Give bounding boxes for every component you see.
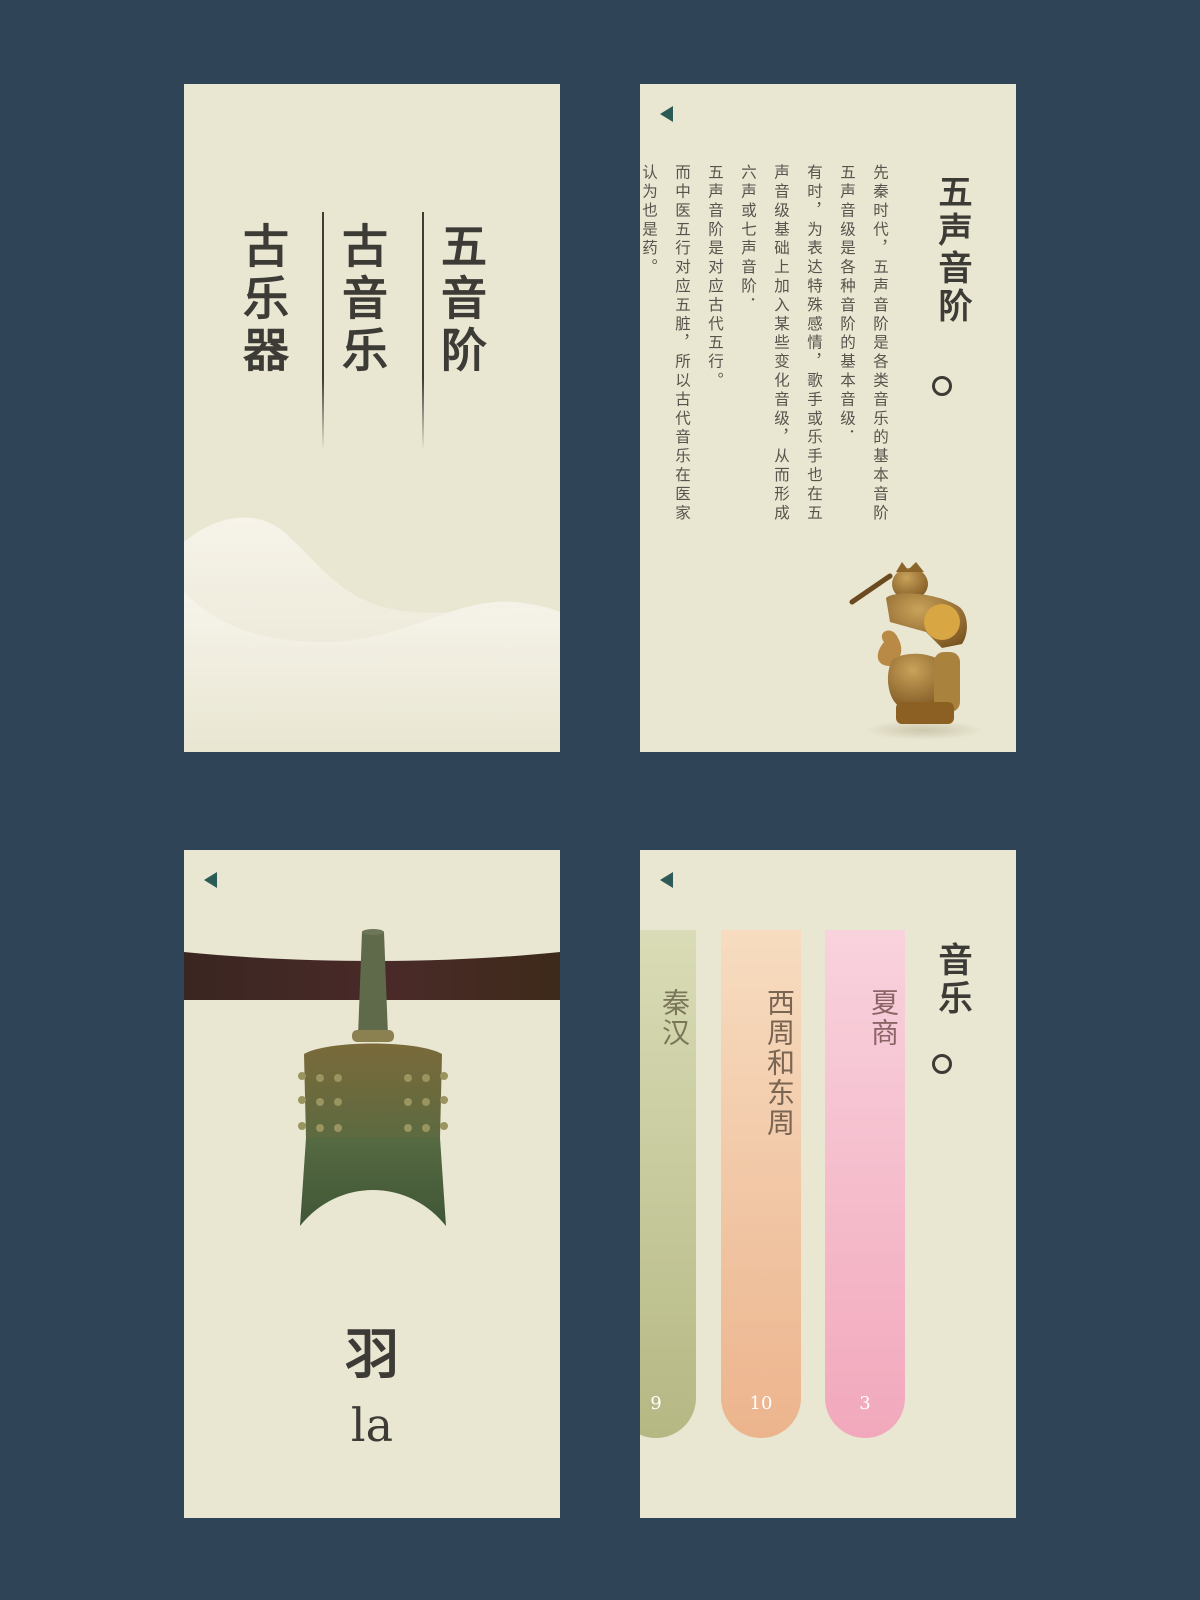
note-card: 羽 la	[184, 850, 560, 1518]
paragraph-line: 五声音级是各种音阶的基本音级．	[838, 164, 856, 448]
back-button[interactable]	[656, 870, 676, 890]
era-card-qin-han[interactable]: 秦汉 9	[640, 930, 696, 1438]
back-button[interactable]	[200, 870, 220, 890]
paragraph-line: 五声音阶是对应古代五行。	[706, 164, 724, 391]
era-name: 西周和东周	[763, 988, 796, 1138]
paragraph-line: 认为也是药。	[640, 164, 658, 278]
era-name: 秦汉	[658, 988, 691, 1048]
era-count: 3	[859, 1393, 871, 1414]
back-button[interactable]	[656, 104, 676, 124]
bronze-bell-icon	[298, 929, 448, 1226]
paragraph-line: 先秦时代，五声音阶是各类音乐的基本音阶	[871, 164, 889, 524]
page-title: 音乐	[932, 942, 972, 1018]
note-pinyin: la	[350, 1398, 394, 1452]
era-name: 夏商	[867, 988, 900, 1048]
mountain-illustration	[184, 517, 560, 752]
paragraph-line: 声音级基础上加入某些变化音级，从而形成	[772, 164, 790, 524]
menu-item-ancient-music[interactable]: 古音乐	[335, 222, 389, 378]
back-triangle-icon	[659, 106, 673, 122]
divider	[322, 212, 324, 450]
divider	[422, 212, 424, 450]
back-triangle-icon	[659, 872, 673, 888]
page-title: 五声音阶	[932, 174, 972, 326]
music-eras-card: 音乐 夏商 3 西周和东周 10 秦汉 9	[640, 850, 1016, 1518]
menu-item-pentatonic[interactable]: 五音阶	[434, 222, 488, 378]
paragraph-line: 六声或七声音阶．	[739, 164, 757, 316]
circle-icon	[932, 376, 952, 396]
paragraph-line: 而中医五行对应五脏，所以古代音乐在医家	[673, 164, 691, 524]
article-body: 先秦时代，五声音阶是各类音乐的基本音阶 五声音级是各种音阶的基本音级． 有时，为…	[640, 164, 896, 564]
circle-icon	[932, 1054, 952, 1074]
paragraph-line: 有时，为表达特殊感情，歌手或乐手也在五	[805, 164, 823, 524]
menu-card: 五音阶 古音乐 古乐器	[184, 84, 560, 752]
era-card-zhou[interactable]: 西周和东周 10	[721, 930, 801, 1438]
pentatonic-card: 五声音阶 先秦时代，五声音阶是各类音乐的基本音阶 五声音级是各种音阶的基本音级．…	[640, 84, 1016, 752]
menu-item-ancient-instruments[interactable]: 古乐器	[236, 222, 290, 378]
era-count: 10	[749, 1393, 773, 1414]
drummer-figurine-illustration	[849, 562, 984, 740]
era-count: 9	[650, 1393, 662, 1414]
note-character: 羽	[345, 1322, 399, 1386]
era-card-xia-shang[interactable]: 夏商 3	[825, 930, 905, 1438]
back-triangle-icon	[203, 872, 217, 888]
